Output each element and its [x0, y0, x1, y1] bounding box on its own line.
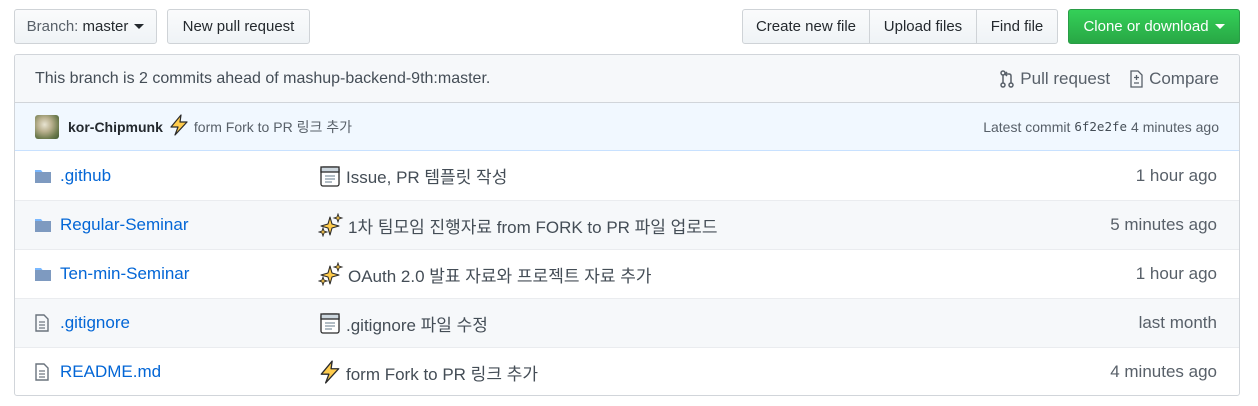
file-name-link[interactable]: README.md — [60, 362, 318, 382]
pull-request-label: Pull request — [1020, 68, 1111, 88]
file-commit-message[interactable]: 1차 팀모임 진행자료 from FORK to PR 파일 업로드 — [318, 213, 1110, 238]
folder-icon — [34, 266, 52, 282]
file-row: .github Issue, PR 템플릿 작성 1 hour ago — [15, 151, 1239, 200]
file-list: .github Issue, PR 템플릿 작성 1 hour ago Regu… — [15, 151, 1239, 395]
file-commit-message[interactable]: .gitignore 파일 수정 — [318, 311, 1139, 336]
branch-ahead-message: This branch is 2 commits ahead of mashup… — [35, 69, 491, 87]
file-icon — [34, 363, 52, 381]
diff-icon — [1130, 69, 1143, 88]
memo-icon — [318, 164, 342, 188]
compare-label: Compare — [1149, 68, 1219, 88]
compare-link[interactable]: Compare — [1128, 69, 1219, 89]
git-pull-request-icon — [1000, 69, 1015, 88]
file-name-link[interactable]: .gitignore — [60, 313, 318, 333]
file-row: README.md form Fork to PR 링크 추가 4 minute… — [15, 347, 1239, 395]
file-commit-message[interactable]: OAuth 2.0 발표 자료와 프로젝트 자료 추가 — [318, 262, 1136, 287]
file-row: Regular-Seminar 1차 팀모임 진행자료 from FORK to… — [15, 200, 1239, 249]
clone-label: Clone or download — [1083, 18, 1209, 35]
commit-age: 4 minutes ago — [1131, 118, 1219, 135]
branch-select-button[interactable]: Branch: master — [14, 9, 157, 44]
caret-down-icon — [1214, 24, 1225, 29]
create-new-file-button[interactable]: Create new file — [742, 9, 870, 44]
branch-value: master — [82, 18, 129, 35]
clone-or-download-button[interactable]: Clone or download — [1068, 9, 1240, 44]
file-name-link[interactable]: Ten-min-Seminar — [60, 264, 318, 284]
caret-down-icon — [134, 24, 145, 29]
commit-message-text: .gitignore 파일 수정 — [346, 315, 488, 335]
commit-message[interactable]: form Fork to PR 링크 추가 — [194, 117, 983, 137]
sparkles-icon — [318, 262, 344, 286]
zap-icon — [318, 360, 342, 384]
new-pull-request-button[interactable]: New pull request — [167, 9, 310, 44]
sparkles-icon — [318, 213, 344, 237]
author-avatar[interactable] — [35, 114, 59, 139]
file-name-link[interactable]: Regular-Seminar — [60, 215, 318, 235]
upload-files-button[interactable]: Upload files — [870, 9, 977, 44]
file-age: 1 hour ago — [1135, 264, 1217, 283]
find-file-button[interactable]: Find file — [977, 9, 1058, 44]
file-name-link[interactable]: .github — [60, 166, 318, 186]
commit-message-text: Issue, PR 템플릿 작성 — [346, 168, 508, 187]
branch-status-bar: This branch is 2 commits ahead of mashup… — [15, 55, 1239, 103]
folder-icon — [34, 168, 52, 184]
latest-commit-bar: kor-Chipmunk form Fork to PR 링크 추가 Lates… — [15, 103, 1239, 151]
folder-icon — [34, 217, 52, 233]
commit-sha[interactable]: 6f2e2fe — [1074, 119, 1127, 134]
pull-request-link[interactable]: Pull request — [999, 69, 1110, 89]
file-row: Ten-min-Seminar OAuth 2.0 발표 자료와 프로젝트 자료… — [15, 249, 1239, 298]
commit-author[interactable]: kor-Chipmunk — [68, 119, 163, 135]
file-age: 1 hour ago — [1135, 165, 1217, 185]
latest-commit-label: Latest commit — [983, 118, 1071, 135]
memo-icon — [318, 311, 342, 335]
file-commit-message[interactable]: form Fork to PR 링크 추가 — [318, 360, 1110, 385]
file-age: last month — [1138, 313, 1217, 332]
file-commit-message[interactable]: Issue, PR 템플릿 작성 — [318, 163, 1136, 188]
file-row: .gitignore .gitignore 파일 수정 last month — [15, 298, 1239, 347]
repository-content-box: This branch is 2 commits ahead of mashup… — [14, 54, 1240, 396]
file-navigation-toolbar: Branch: master New pull request Create n… — [14, 9, 1240, 44]
zap-icon — [168, 114, 190, 139]
file-actions-group: Create new file Upload files Find file — [742, 9, 1058, 44]
file-age: 5 minutes ago — [1110, 215, 1217, 234]
branch-label: Branch: — [26, 18, 79, 35]
file-icon — [34, 314, 52, 332]
commit-message-text: 1차 팀모임 진행자료 from FORK to PR 파일 업로드 — [348, 217, 718, 237]
commit-message-text: OAuth 2.0 발표 자료와 프로젝트 자료 추가 — [348, 266, 652, 286]
commit-message-text: form Fork to PR 링크 추가 — [346, 364, 538, 384]
file-age: 4 minutes ago — [1110, 362, 1217, 381]
